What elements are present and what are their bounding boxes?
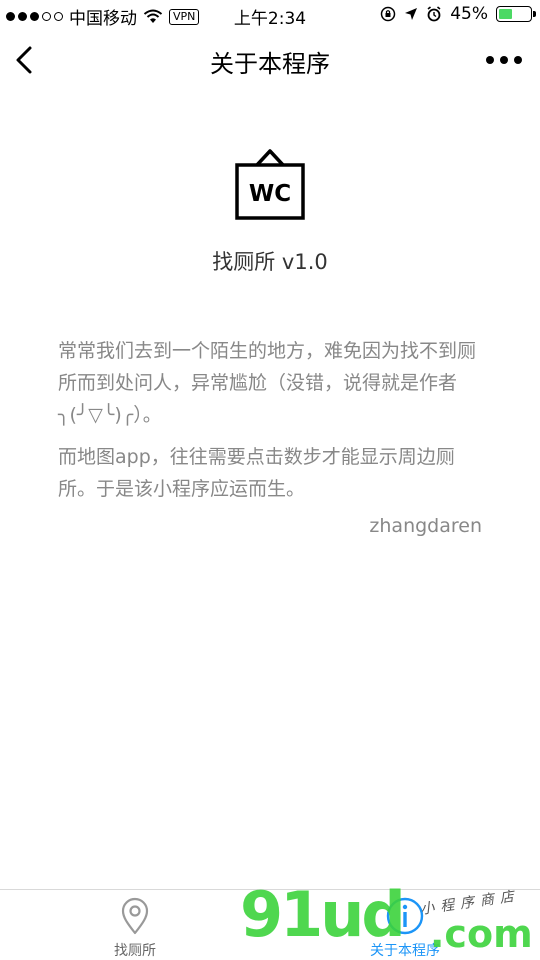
page-title: 关于本程序 (210, 50, 330, 78)
app-name-version: 找厕所 v1.0 (212, 250, 328, 274)
about-paragraph: 而地图app，往往需要点击数步才能显示周边厕所。于是该小程序应运而生。 (58, 446, 455, 500)
rotation-lock-icon (380, 6, 396, 22)
about-paragraph: 常常我们去到一个陌生的地方，难免因为找不到厕所而到处问人，异常尴尬（没错，说得就… (58, 340, 477, 426)
tab-find-toilet[interactable]: 找厕所 (0, 890, 270, 960)
status-right: 45% (380, 4, 536, 24)
tab-label: 找厕所 (114, 943, 156, 959)
watermark-logo: 91ud (240, 878, 406, 951)
more-dots-icon[interactable] (484, 50, 524, 70)
battery-percent: 45% (450, 4, 488, 24)
battery-icon (496, 6, 536, 22)
navigation-bar: 关于本程序 (0, 30, 540, 92)
author-name: zhangdaren (369, 515, 482, 537)
location-arrow-icon (405, 8, 418, 20)
alarm-icon (427, 6, 441, 22)
status-bar: 中国移动 VPN 上午2:34 45% (0, 0, 540, 30)
wc-sign-icon: WC (235, 149, 305, 220)
map-pin-icon (121, 897, 149, 935)
logo-text: WC (249, 181, 291, 207)
watermark-domain: .com (430, 912, 533, 956)
battery-fill (499, 9, 513, 19)
